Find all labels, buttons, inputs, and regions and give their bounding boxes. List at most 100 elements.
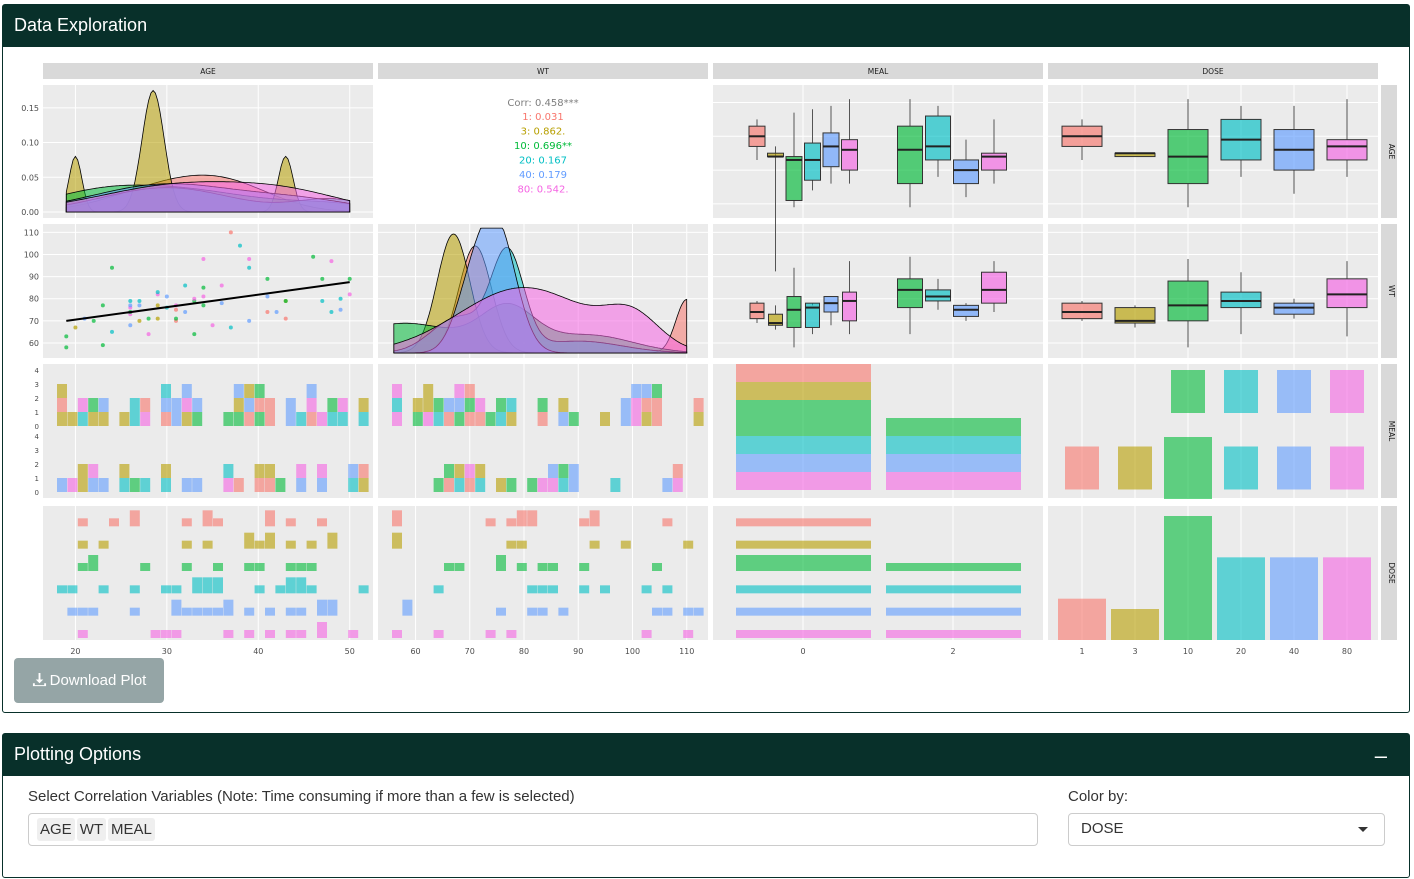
histogram-bar xyxy=(265,464,275,478)
y-tick-label: 90 xyxy=(29,273,39,282)
histogram-bar xyxy=(558,412,569,426)
color-by-select[interactable]: DOSE xyxy=(1068,813,1385,846)
x-tick-label: 10 xyxy=(1183,647,1193,656)
corr-var-chip[interactable]: MEAL xyxy=(108,818,155,841)
bar-meal-dose-80 xyxy=(736,630,871,638)
scatter-point xyxy=(146,332,151,337)
histogram-bar xyxy=(485,412,496,426)
histogram-bar-dose-80 xyxy=(244,630,255,638)
histogram-bar xyxy=(254,384,265,398)
tile-meal0-dose-40 xyxy=(1277,446,1311,490)
histogram-bar xyxy=(88,478,99,492)
histogram-bar-dose-20 xyxy=(202,577,213,594)
histogram-bar xyxy=(464,398,475,412)
y-tick-label: 4 xyxy=(35,367,40,375)
bar-meal-dose-10 xyxy=(886,563,1021,571)
plotting-options-panel: Plotting Options – Select Correlation Va… xyxy=(2,733,1410,878)
boxplot-age-dose xyxy=(1326,139,1368,161)
scatter-point xyxy=(137,318,142,323)
histogram-bar-dose-10 xyxy=(516,563,527,571)
tile-meal2-dose-20 xyxy=(1224,370,1258,413)
histogram-bar xyxy=(233,384,244,398)
corr-var-chip[interactable]: WT xyxy=(76,818,107,841)
histogram-bar-dose-10 xyxy=(181,563,192,571)
x-tick-label: 0 xyxy=(800,647,805,656)
histogram-bar-dose-40 xyxy=(285,607,296,616)
histogram-bar-dose-80 xyxy=(506,630,517,638)
histogram-bar-dose-80 xyxy=(150,630,161,638)
scatter-point xyxy=(155,303,160,308)
histogram-bar-dose-10 xyxy=(306,563,317,571)
histogram-bar-dose-20 xyxy=(548,585,558,594)
corr-vars-select[interactable]: AGE WT MEAL xyxy=(28,813,1038,846)
x-tick-label: 2 xyxy=(950,647,955,656)
strip-label-meal: MEAL xyxy=(1387,421,1396,442)
scatter-point xyxy=(64,334,69,339)
histogram-bar xyxy=(192,478,203,492)
histogram-bar xyxy=(464,464,475,478)
histogram-bar xyxy=(537,412,548,426)
histogram-bar-dose-10 xyxy=(454,563,465,571)
histogram-bar xyxy=(77,464,88,478)
scatter-point xyxy=(110,265,114,270)
histogram-bar-dose-1 xyxy=(109,518,119,527)
scatter-point xyxy=(128,298,133,303)
scatter-point xyxy=(201,285,206,290)
histogram-bar xyxy=(57,478,67,492)
histogram-bar-dose-1 xyxy=(129,510,140,527)
histogram-bar xyxy=(568,412,579,426)
histogram-bar-dose-40 xyxy=(67,607,78,616)
histogram-bar-dose-80 xyxy=(683,630,694,638)
pairs-plot: AGE WT MEAL DOSE AGE WT MEAL DOSE 0.00 0.05 0.10 0.… xyxy=(21,63,1397,656)
histogram-bar xyxy=(568,478,579,492)
histogram-bar xyxy=(672,478,683,492)
histogram-bar xyxy=(317,464,327,478)
histogram-bar-dose-40 xyxy=(537,607,548,616)
histogram-bar-dose-40 xyxy=(265,607,275,616)
scatter-point xyxy=(228,230,233,235)
strip-label-wt: WT xyxy=(1387,285,1396,297)
histogram-bar xyxy=(464,412,475,426)
corr-overall-label: Corr: 0.458*** xyxy=(507,98,578,109)
histogram-bar xyxy=(610,478,621,492)
download-plot-button[interactable]: Download Plot xyxy=(14,658,164,703)
histogram-bar-dose-3 xyxy=(244,532,255,549)
scatter-point xyxy=(174,316,178,321)
histogram-bar-dose-3 xyxy=(506,540,517,549)
histogram-bar xyxy=(454,464,465,478)
stacked-bar-meal-2 xyxy=(886,418,1021,436)
stacked-bar-meal-0 xyxy=(736,400,871,436)
histogram-bar-dose-1 xyxy=(662,518,673,527)
strip-label-age: AGE xyxy=(200,67,216,76)
histogram-bar-dose-3 xyxy=(265,532,275,549)
corr-var-chip[interactable]: AGE xyxy=(37,818,75,841)
tile-meal0-dose-3 xyxy=(1118,446,1152,490)
histogram-bar xyxy=(161,398,171,412)
corr-vars-label: Select Correlation Variables (Note: Time… xyxy=(28,788,575,805)
histogram-bar xyxy=(327,398,338,412)
x-tick-label: 80 xyxy=(519,647,529,656)
collapse-minus-icon[interactable]: – xyxy=(1375,745,1387,767)
scatter-point xyxy=(110,329,114,334)
histogram-bar xyxy=(233,478,244,492)
y-tick-label: 70 xyxy=(29,317,39,326)
scatter-point xyxy=(183,283,188,288)
data-exploration-panel: Data Exploration AGE WT MEAL DOSE AGE WT MEAL D… xyxy=(2,4,1410,713)
histogram-bar xyxy=(181,398,192,412)
y-tick-label: 0 xyxy=(35,489,39,497)
histogram-bar-dose-3 xyxy=(254,540,265,549)
histogram-bar-dose-20 xyxy=(662,585,673,594)
boxplot-age-meal xyxy=(953,159,979,185)
x-tick-label: 40 xyxy=(253,647,263,656)
histogram-bar xyxy=(140,478,151,492)
histogram-bar-dose-20 xyxy=(98,585,109,594)
histogram-bar xyxy=(454,478,465,492)
plotting-options-header: Plotting Options xyxy=(3,734,1409,776)
histogram-bar-dose-40 xyxy=(244,607,255,616)
histogram-bar-dose-20 xyxy=(213,577,223,594)
strip-label-meal: MEAL xyxy=(868,67,889,76)
histogram-bar xyxy=(88,412,99,426)
histogram-bar-dose-80 xyxy=(296,630,307,638)
color-by-value: DOSE xyxy=(1081,820,1124,837)
histogram-bar xyxy=(412,412,423,426)
